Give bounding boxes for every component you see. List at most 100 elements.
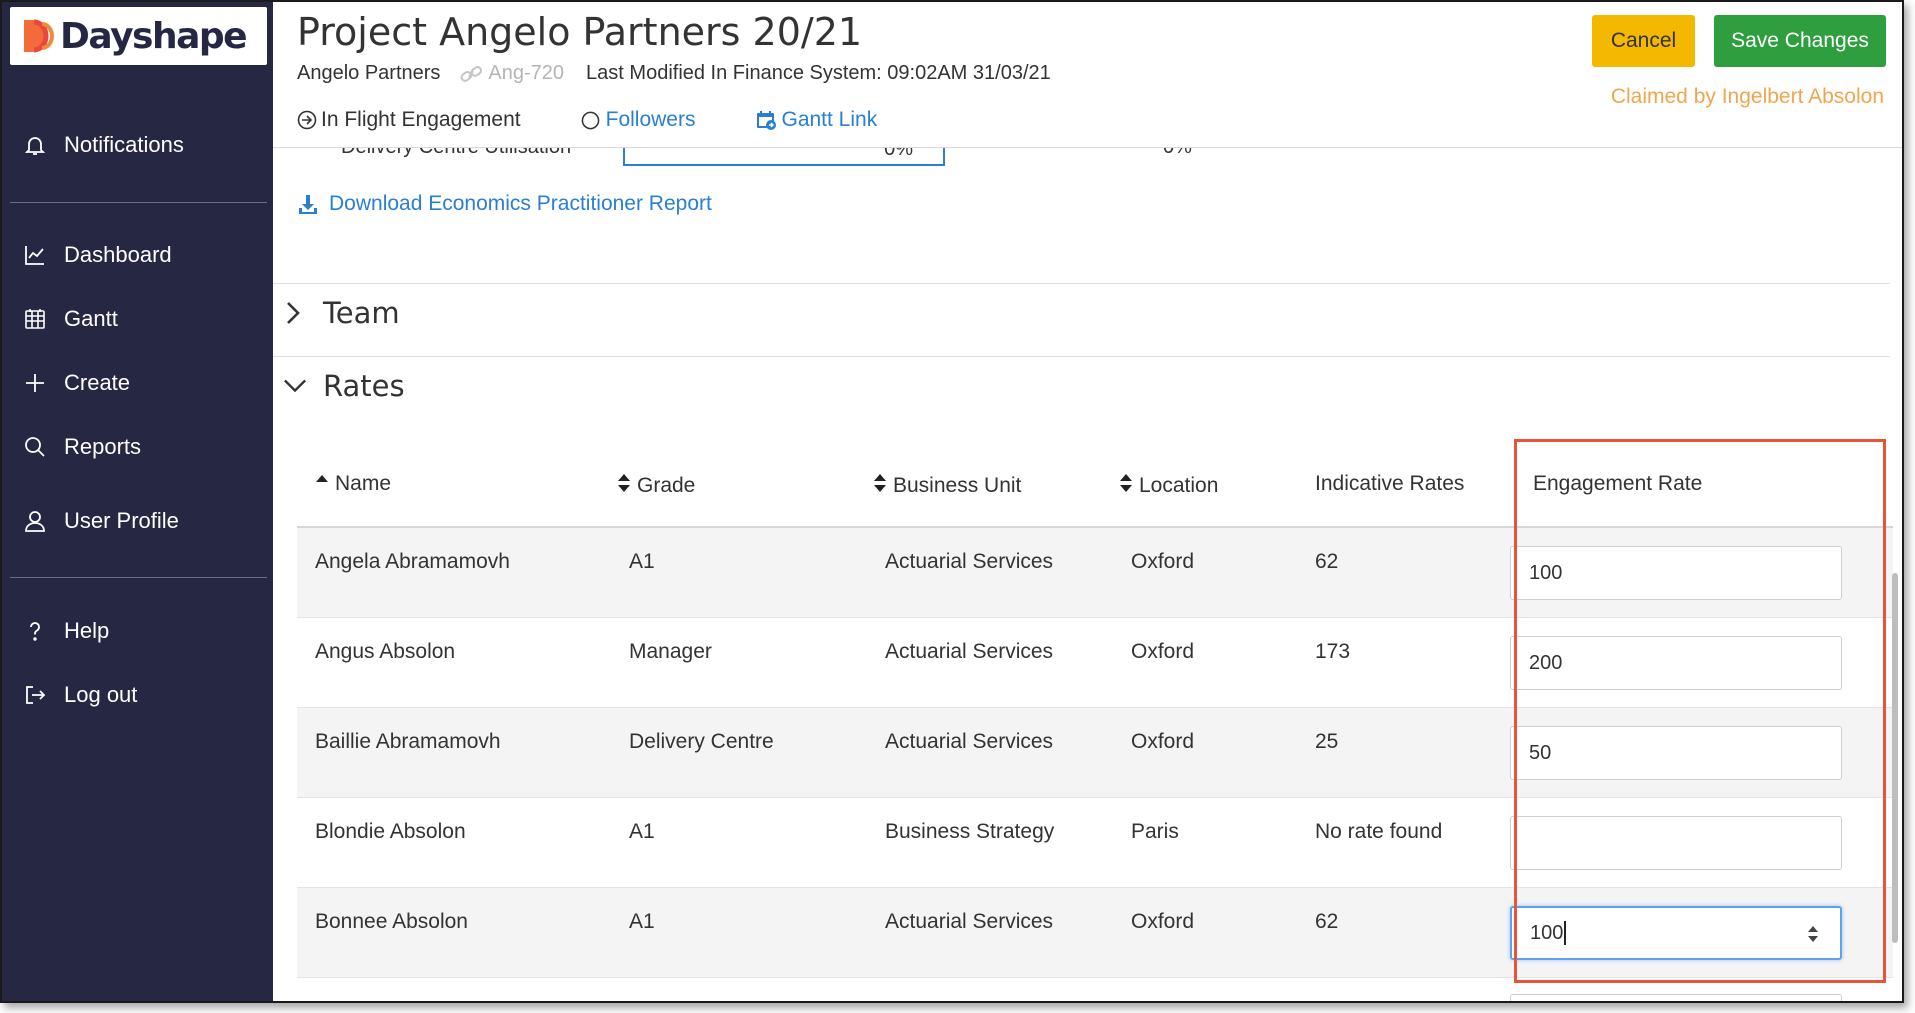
app-window: Dayshape Notifications Dashboard Gantt C… — [0, 0, 1904, 1003]
plus-icon — [22, 370, 48, 396]
team-section-toggle[interactable]: Team — [283, 296, 400, 330]
column-header-business-unit[interactable]: Business Unit — [873, 472, 1021, 500]
cancel-button[interactable]: Cancel — [1592, 15, 1695, 67]
chart-line-icon — [22, 242, 48, 268]
sidebar-divider — [10, 202, 267, 203]
client-name: Angelo Partners — [297, 62, 441, 84]
table-row: Angus Absolon Manager Actuarial Services… — [297, 618, 1893, 708]
claimed-by-text: Claimed by Ingelbert Absolon — [1610, 85, 1884, 108]
sidebar-item-label: Notifications — [64, 132, 184, 157]
column-header-label: Grade — [637, 474, 696, 497]
cell-name: Angus Absolon — [315, 640, 456, 663]
sort-icon — [1119, 472, 1135, 500]
page-header: Project Angelo Partners 20/21 Angelo Par… — [273, 2, 1902, 148]
link-chain-icon — [460, 65, 483, 83]
brand-name: Dayshape — [60, 15, 248, 57]
rates-section-title: Rates — [323, 369, 405, 403]
logo[interactable]: Dayshape — [10, 7, 267, 65]
chevron-down-icon — [283, 376, 307, 396]
table-row: Blondie Absolon A1 Business Strategy Par… — [297, 798, 1893, 888]
sidebar-item-label: Gantt — [64, 306, 118, 331]
download-report-label: Download Economics Practitioner Report — [329, 192, 712, 215]
gantt-link[interactable]: Gantt Link — [755, 108, 877, 132]
main-content: Delivery Centre Utilisation 0% 0% Downlo… — [273, 148, 1902, 1001]
cell-location: Oxford — [1131, 910, 1195, 933]
sidebar-item-gantt[interactable]: Gantt — [22, 306, 118, 332]
calendar-link-icon — [755, 109, 777, 131]
table-row: Baillie Abramamovh Delivery Centre Actua… — [297, 708, 1893, 798]
utilisation-value-secondary: 0% — [1163, 148, 1192, 159]
chevron-right-icon — [283, 299, 307, 327]
save-changes-button[interactable]: Save Changes — [1714, 15, 1886, 67]
project-code-text: Ang-720 — [488, 62, 565, 84]
cell-name: Bonnee Absolon — [315, 910, 468, 933]
question-icon — [22, 618, 48, 644]
sidebar-item-create[interactable]: Create — [22, 370, 130, 396]
followers-label: Followers — [605, 108, 696, 131]
sort-asc-icon — [315, 472, 331, 496]
engagement-rate-value: 100 — [1530, 921, 1564, 944]
section-divider — [273, 356, 1890, 357]
engagement-rate-input[interactable] — [1510, 994, 1842, 1001]
sidebar-item-log-out[interactable]: Log out — [22, 682, 137, 708]
sidebar-item-reports[interactable]: Reports — [22, 434, 141, 460]
sidebar-item-user-profile[interactable]: User Profile — [22, 508, 179, 534]
text-cursor — [1564, 921, 1567, 945]
utilisation-label: Delivery Centre Utilisation — [341, 148, 571, 159]
column-header-location[interactable]: Location — [1119, 472, 1218, 500]
sort-icon — [617, 472, 633, 500]
cell-name: Baillie Abramamovh — [315, 730, 501, 753]
sidebar-item-label: Dashboard — [64, 242, 172, 267]
column-header-label: Location — [1139, 474, 1219, 497]
dayshape-logo-icon — [22, 18, 56, 54]
vertical-scrollbar[interactable] — [1892, 573, 1898, 943]
cell-business-unit: Business Strategy — [885, 820, 1055, 843]
project-meta: Angelo Partners Ang-720 Last Modified In… — [297, 62, 1051, 85]
table-row — [297, 978, 1893, 1001]
column-header-label: Business Unit — [893, 474, 1022, 497]
engagement-rate-input[interactable] — [1510, 816, 1842, 870]
sidebar-item-label: Help — [64, 618, 110, 643]
download-report-link[interactable]: Download Economics Practitioner Report — [297, 192, 712, 216]
sidebar-item-label: Reports — [64, 434, 142, 459]
rates-table: Name Grade Business Unit Location Indica… — [297, 438, 1893, 1001]
column-header-engagement-rate: Engagement Rate — [1533, 472, 1702, 496]
cell-indicative-rate: 62 — [1315, 910, 1339, 933]
table-row: Angela Abramamovh A1 Actuarial Services … — [297, 528, 1893, 618]
cell-grade: A1 — [629, 820, 655, 843]
column-header-name[interactable]: Name — [315, 472, 391, 496]
search-icon — [22, 434, 48, 460]
bell-icon — [22, 132, 48, 158]
engagement-rate-input[interactable]: 50 — [1510, 726, 1842, 780]
cell-location: Oxford — [1131, 730, 1195, 753]
team-section-title: Team — [323, 296, 400, 330]
sidebar-divider — [10, 577, 267, 578]
logout-icon — [22, 682, 48, 708]
cell-grade: A1 — [629, 550, 655, 573]
cell-location: Oxford — [1131, 640, 1195, 663]
status-indicator: In Flight Engagement — [297, 108, 521, 132]
column-header-grade[interactable]: Grade — [617, 472, 695, 500]
utilisation-field[interactable]: 0% — [623, 148, 945, 166]
status-label: In Flight Engagement — [321, 108, 521, 131]
section-divider — [273, 283, 1890, 284]
rates-section-toggle[interactable]: Rates — [283, 369, 405, 403]
sidebar-item-help[interactable]: Help — [22, 618, 109, 644]
engagement-rate-value: 50 — [1529, 741, 1552, 764]
cell-grade: Manager — [629, 640, 712, 663]
followers-link[interactable]: Followers — [581, 108, 696, 132]
cell-indicative-rate: 62 — [1315, 550, 1339, 573]
engagement-rate-input-focused[interactable]: 100 — [1510, 906, 1842, 960]
cell-indicative-rate: 173 — [1315, 640, 1351, 663]
engagement-rate-input[interactable]: 100 — [1510, 546, 1842, 600]
gantt-link-label: Gantt Link — [781, 108, 878, 131]
circle-icon — [581, 111, 600, 130]
number-spinner-icon[interactable] — [1806, 922, 1820, 946]
sidebar-item-notifications[interactable]: Notifications — [22, 132, 184, 158]
cell-name: Blondie Absolon — [315, 820, 466, 843]
engagement-rate-input[interactable]: 200 — [1510, 636, 1842, 690]
column-header-label: Engagement Rate — [1533, 472, 1703, 495]
sidebar-item-dashboard[interactable]: Dashboard — [22, 242, 172, 268]
engagement-rate-value: 200 — [1529, 651, 1563, 674]
cell-grade: Delivery Centre — [629, 730, 774, 753]
